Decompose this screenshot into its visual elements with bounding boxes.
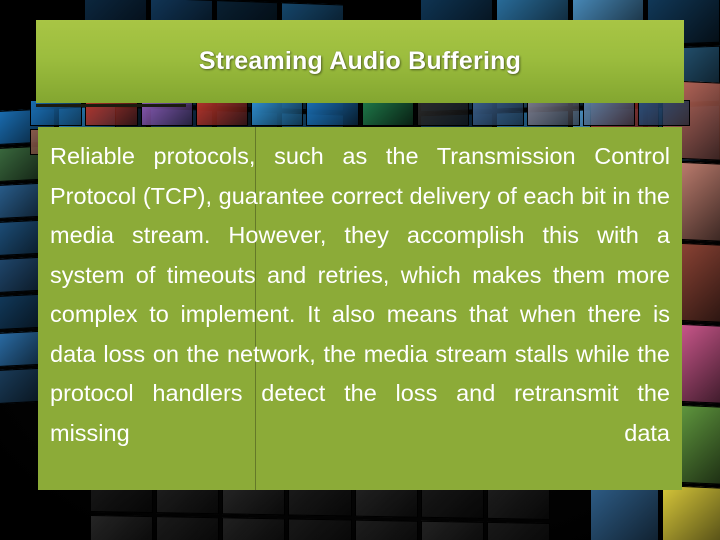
background-screen-tile [251, 100, 304, 126]
background-screen-tile [420, 520, 484, 540]
background-screen-tile [156, 516, 220, 540]
slide-title-bar: Streaming Audio Buffering [36, 20, 684, 103]
title-underline-rule [36, 104, 186, 107]
background-screen-tile [354, 519, 418, 540]
background-screen-tile [582, 100, 635, 126]
background-screen-tile [195, 100, 248, 126]
background-screen-tile [90, 514, 154, 540]
background-screen-tile [288, 518, 352, 540]
slide-body-text: Reliable protocols, such as the Transmis… [50, 143, 670, 446]
background-screen-tile [486, 521, 550, 540]
background-screen-tile [472, 100, 525, 126]
background-screen-tile [222, 517, 286, 540]
slide-body-panel: Reliable protocols, such as the Transmis… [38, 127, 682, 490]
background-screen-tile [416, 100, 469, 126]
background-screen-tile [361, 100, 414, 126]
background-screen-tile [527, 100, 580, 126]
background-screen-tile [306, 100, 359, 126]
background-screen-tile [637, 100, 690, 126]
background-screen-tile [661, 485, 720, 540]
presentation-slide: Streaming Audio Buffering Reliable proto… [0, 0, 720, 540]
slide-title: Streaming Audio Buffering [198, 47, 522, 75]
